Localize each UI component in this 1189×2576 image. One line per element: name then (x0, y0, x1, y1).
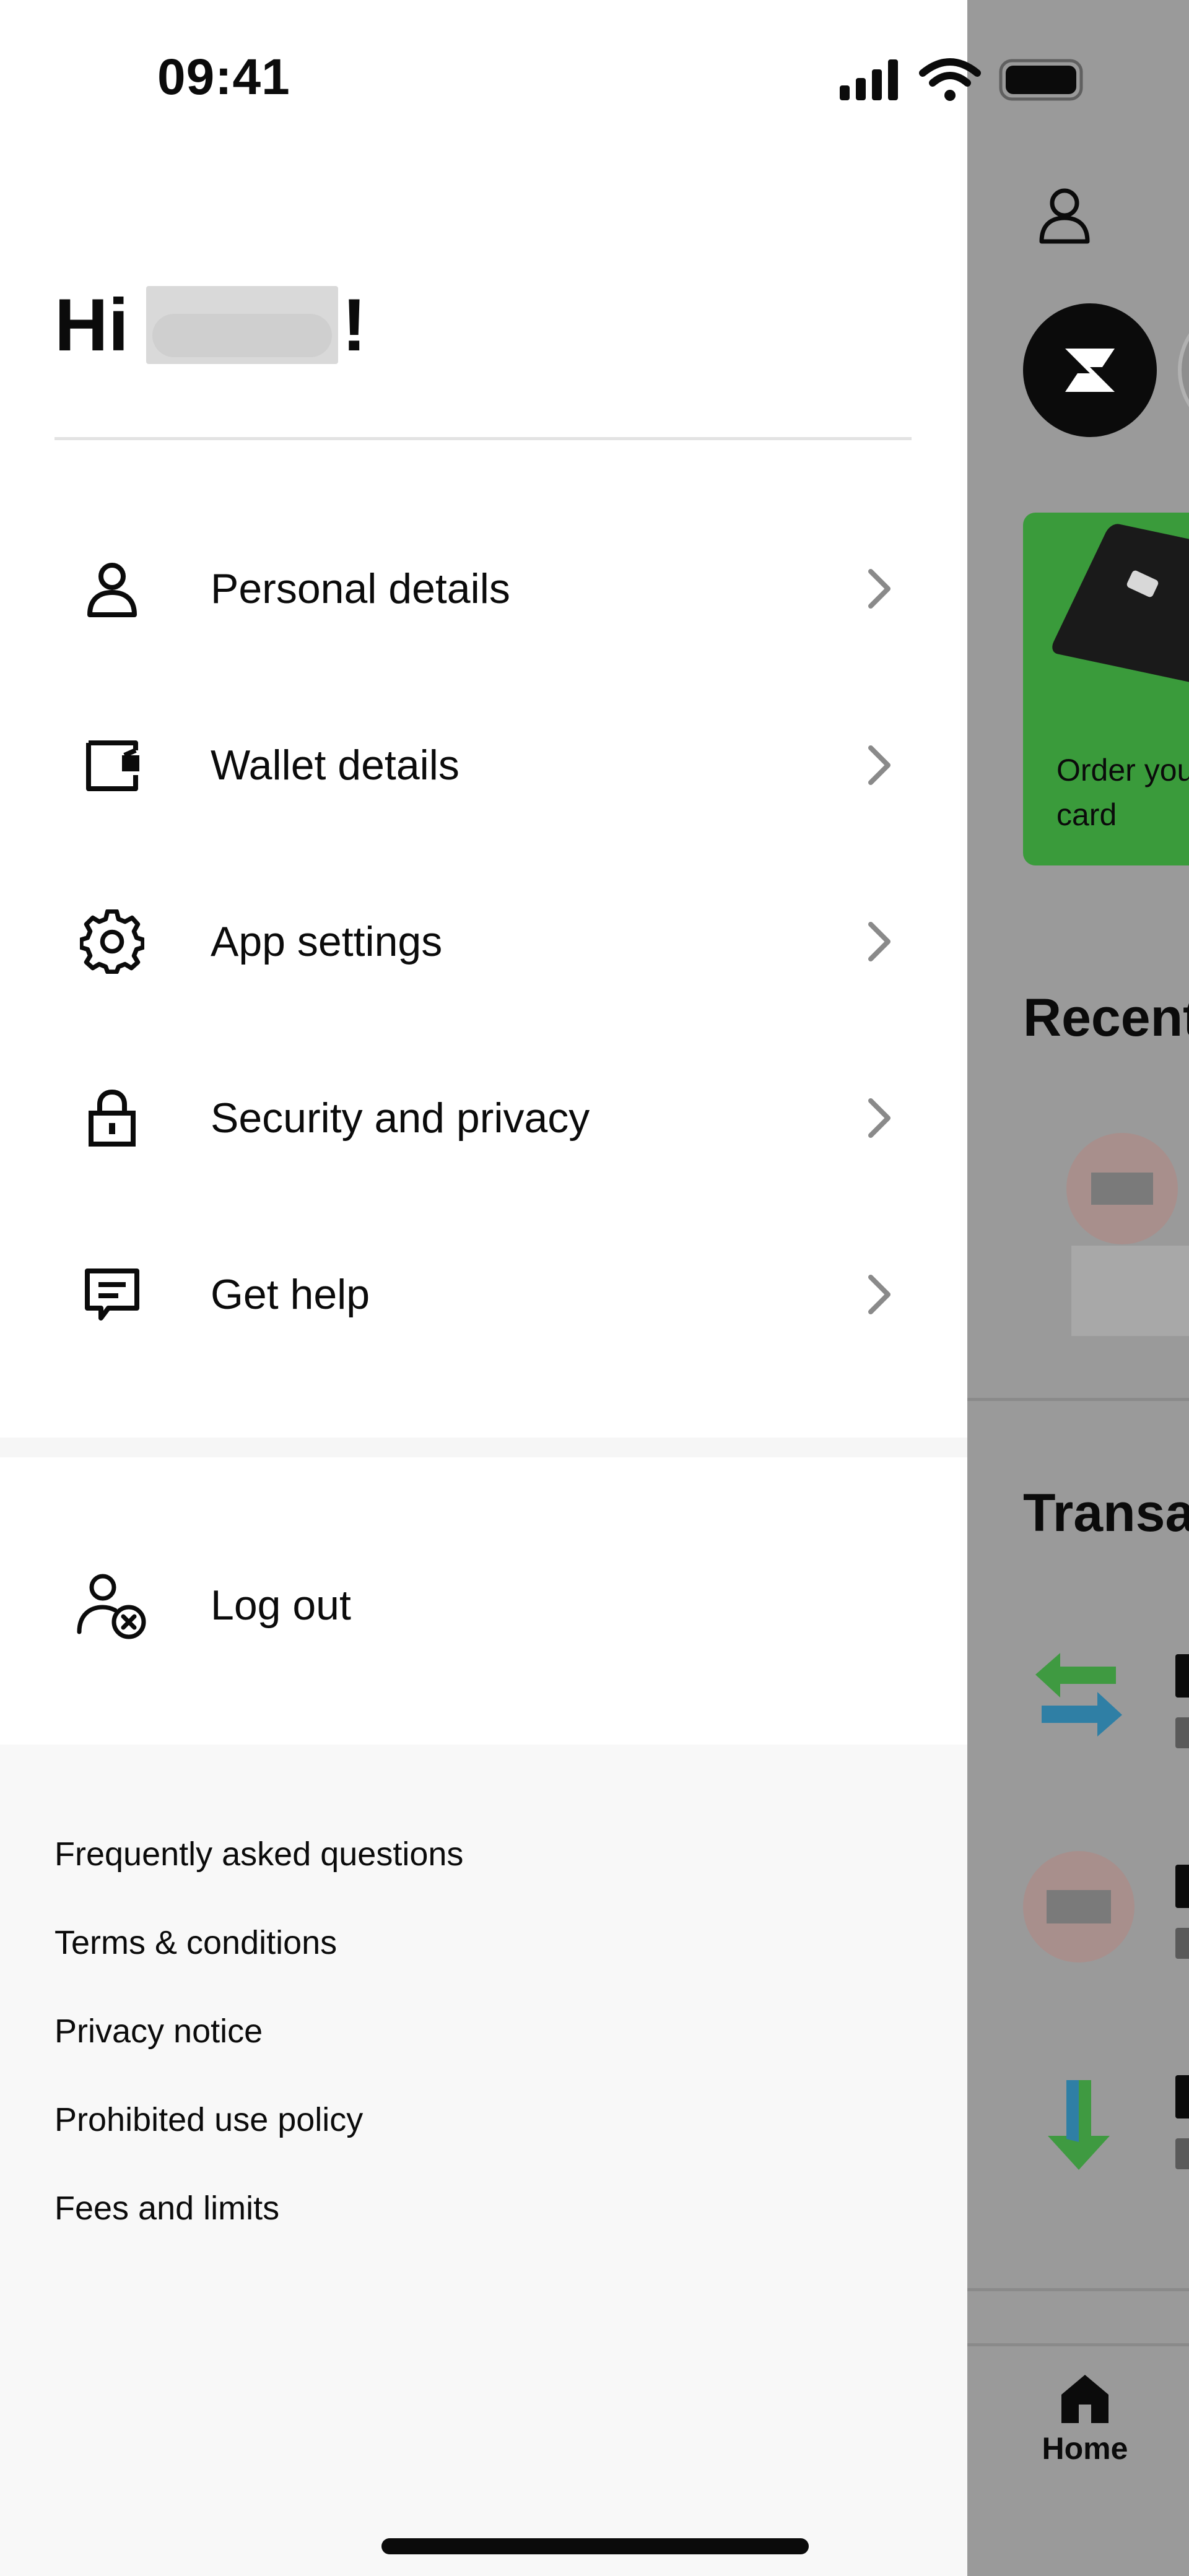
cellular-signal-icon (840, 59, 898, 100)
tab-home[interactable]: Home (1029, 2370, 1141, 2466)
menu-item-security-privacy[interactable]: Security and privacy (0, 1030, 967, 1206)
chevron-right-icon (868, 1098, 891, 1138)
greeting-prefix: Hi (54, 284, 129, 366)
background-app: Order you card Recent Transa Home (967, 0, 1189, 2576)
receive-arrow-icon[interactable] (1023, 2068, 1135, 2179)
gear-icon (76, 905, 149, 978)
promo-text: Order you card (1056, 753, 1189, 832)
menu-item-label: Personal details (211, 565, 510, 612)
card-art (1048, 522, 1189, 689)
menu-item-label: Get help (211, 1270, 370, 1318)
menu-item-get-help[interactable]: Get help (0, 1206, 967, 1382)
recent-contact-name-redacted (1071, 1246, 1189, 1336)
chevron-right-icon (868, 745, 891, 785)
header-divider (54, 437, 912, 440)
chevron-right-icon (868, 921, 891, 961)
transaction-title-cut (1175, 2075, 1189, 2118)
footer-link-prohibited-use[interactable]: Prohibited use policy (54, 2101, 363, 2139)
profile-icon[interactable] (1030, 180, 1099, 248)
chat-icon (76, 1258, 149, 1331)
side-drawer: 09:41 Hi ! Personal details Wallet detai… (0, 0, 1083, 2576)
brand-logo[interactable] (1023, 303, 1157, 437)
home-indicator[interactable] (381, 2538, 809, 2554)
chevron-right-icon (868, 568, 891, 609)
tab-home-label: Home (1042, 2431, 1128, 2466)
exchange-icon[interactable] (1023, 1641, 1135, 1752)
section-divider (967, 1398, 1189, 1401)
bolt-logo-icon (1065, 349, 1115, 392)
logout-label: Log out (211, 1581, 351, 1629)
section-divider (967, 2288, 1189, 2291)
footer-link-fees-limits[interactable]: Fees and limits (54, 2189, 279, 2227)
logout-button[interactable]: Log out (0, 1517, 967, 1693)
greeting: Hi ! (54, 279, 367, 371)
status-time: 09:41 (157, 49, 290, 105)
user-name-redacted (146, 286, 338, 364)
secondary-account-circle[interactable] (1178, 303, 1189, 437)
menu-item-wallet-details[interactable]: Wallet details (0, 677, 967, 853)
transaction-date-cut (1175, 1928, 1189, 1959)
wifi-icon (919, 58, 981, 101)
menu-item-personal-details[interactable]: Personal details (0, 500, 967, 677)
menu-item-app-settings[interactable]: App settings (0, 853, 967, 1030)
footer-links: Frequently asked questions Terms & condi… (0, 1745, 967, 2576)
section-separator (0, 1438, 967, 1457)
footer-link-faq[interactable]: Frequently asked questions (54, 1835, 463, 1873)
status-bar: 09:41 (0, 0, 1083, 149)
menu-item-label: App settings (211, 917, 443, 965)
lock-icon (76, 1082, 149, 1155)
transaction-title-cut (1175, 1654, 1189, 1698)
home-icon (1061, 2375, 1108, 2423)
recent-title: Recent (1023, 988, 1189, 1047)
transaction-date-cut (1175, 1717, 1189, 1748)
logout-user-icon (76, 1569, 149, 1642)
wallet-icon (76, 729, 149, 802)
recent-contact-avatar[interactable] (1066, 1133, 1178, 1244)
transaction-avatar[interactable] (1023, 1851, 1135, 1962)
greeting-suffix: ! (342, 284, 367, 366)
promo-card[interactable]: Order you card (1023, 513, 1189, 865)
transaction-date-cut (1175, 2138, 1189, 2169)
menu-item-label: Security and privacy (211, 1094, 590, 1142)
tab-bar: Home (967, 2343, 1189, 2576)
menu-item-label: Wallet details (211, 741, 459, 789)
transactions-title: Transa (1023, 1483, 1189, 1543)
person-icon (76, 552, 149, 625)
status-icons (840, 58, 1083, 101)
battery-icon (999, 59, 1083, 101)
transaction-title-cut (1175, 1865, 1189, 1908)
footer-link-terms[interactable]: Terms & conditions (54, 1923, 337, 1962)
footer-link-privacy-notice[interactable]: Privacy notice (54, 2012, 263, 2050)
chevron-right-icon (868, 1274, 891, 1314)
